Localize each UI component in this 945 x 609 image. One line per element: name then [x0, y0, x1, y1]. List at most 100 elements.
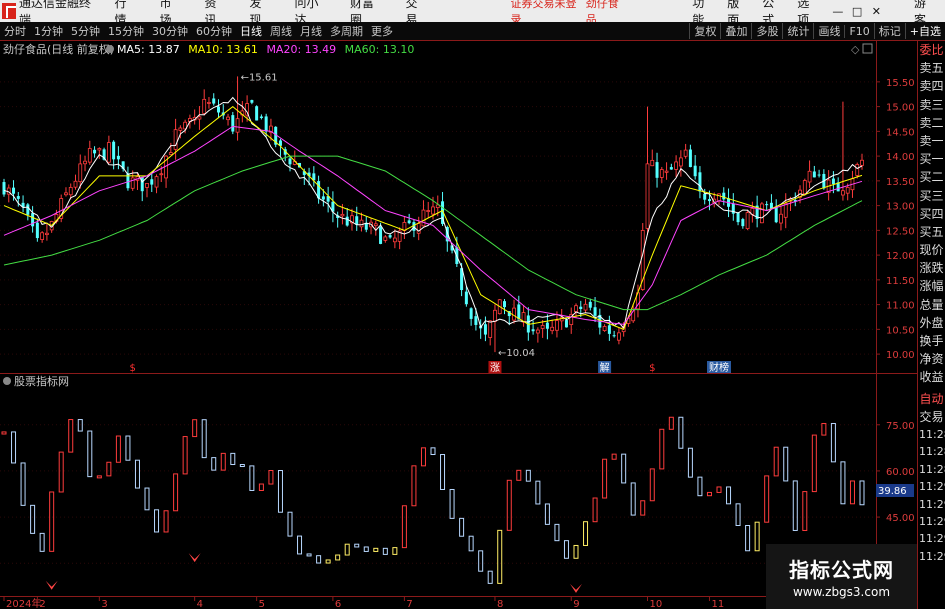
- panel-item-buy2[interactable]: 买二: [918, 168, 945, 186]
- panel-item-weibi[interactable]: 委比: [918, 41, 945, 59]
- panel-item-pct[interactable]: 涨幅: [918, 277, 945, 295]
- candle-body: [2, 182, 6, 195]
- candle-body: [112, 141, 116, 160]
- panel-item-outer[interactable]: 外盘: [918, 314, 945, 332]
- add-favorite-button[interactable]: +自选: [904, 23, 945, 39]
- candle-body: [388, 235, 392, 238]
- panel-item-netasset[interactable]: 净资: [918, 350, 945, 368]
- draw-button[interactable]: 画线: [813, 23, 844, 39]
- candle-body: [264, 116, 268, 132]
- close-icon[interactable]: ✕: [867, 5, 886, 18]
- panel-item-buy5[interactable]: 买五: [918, 223, 945, 241]
- event-marker: 财榜: [709, 361, 729, 374]
- period-tick[interactable]: 分时: [0, 23, 30, 39]
- adjust-button[interactable]: 复权: [689, 23, 720, 39]
- candle-body: [359, 219, 364, 228]
- panel-item-turnover[interactable]: 换手: [918, 332, 945, 350]
- multi-stock-button[interactable]: 多股: [751, 23, 782, 39]
- period-15min[interactable]: 15分钟: [104, 23, 148, 39]
- period-toolbar: 分时 1分钟 5分钟 15分钟 30分钟 60分钟 日线 周线 月线 多周期 更…: [0, 22, 945, 41]
- candle-body: [474, 316, 478, 325]
- candle-body: [678, 157, 683, 167]
- trade-time-row: 11:28: [919, 445, 945, 459]
- panel-item-sell5[interactable]: 卖五: [918, 59, 945, 77]
- f10-button[interactable]: F10: [844, 24, 873, 38]
- mark-button[interactable]: 标记: [873, 23, 905, 39]
- candle-body: [617, 332, 621, 341]
- panel-item-buy3[interactable]: 买三: [918, 187, 945, 205]
- maximize-icon[interactable]: □: [848, 5, 867, 18]
- candle-body: [503, 301, 506, 308]
- ma20-label: MA20: 13.49: [266, 43, 336, 56]
- candle-body: [769, 202, 773, 209]
- candle-body: [255, 106, 259, 121]
- period-weekly[interactable]: 周线: [266, 23, 296, 39]
- candle-body: [288, 158, 292, 165]
- candle-body: [674, 161, 678, 170]
- x-tick-label: 2024年: [6, 597, 41, 609]
- candle-body: [130, 177, 135, 189]
- trade-time-row: 11:29: [919, 532, 945, 546]
- candle-body: [707, 199, 711, 202]
- panel-auto-label[interactable]: 自动: [918, 390, 945, 408]
- indicator-value: 39.86: [878, 486, 907, 497]
- panel-item-buy1[interactable]: 买一: [918, 150, 945, 168]
- panel-trade-label[interactable]: 交易: [918, 408, 945, 426]
- x-tick-label: 4: [197, 599, 203, 609]
- period-30min[interactable]: 30分钟: [148, 23, 192, 39]
- candle-body: [531, 329, 535, 332]
- candle-body: [583, 303, 588, 311]
- main-y-tick-label: 12.00: [886, 251, 915, 262]
- candle-body: [173, 129, 178, 150]
- candle-body: [217, 106, 220, 113]
- candle-body: [73, 180, 78, 188]
- candle-body: [693, 165, 697, 177]
- period-60min[interactable]: 60分钟: [192, 23, 236, 39]
- chart-area[interactable]: 15.50 15.00 14.50 14.00 13.50 13.00 12.50 12.00…: [0, 41, 917, 609]
- candle-body: [817, 174, 821, 176]
- panel-item-price[interactable]: 现价: [918, 241, 945, 259]
- candle-body: [540, 325, 545, 329]
- candle-body: [154, 176, 159, 188]
- candle-body: [106, 142, 111, 163]
- panel-item-sell1[interactable]: 卖一: [918, 132, 945, 150]
- sub-y-tick-label: 45.00: [886, 513, 915, 524]
- event-marker: 涨: [490, 362, 500, 374]
- x-tick-label: 11: [711, 599, 724, 609]
- period-daily[interactable]: 日线: [236, 23, 266, 39]
- candle-body: [40, 232, 45, 240]
- quote-side-panel: 委比 卖五 卖四 卖三 卖二 卖一 买一 买二 买三 买四 买五 现价 涨跌 涨…: [917, 41, 945, 609]
- candle-body: [321, 196, 325, 200]
- candle-body: [669, 167, 673, 170]
- candle-body: [645, 163, 650, 229]
- candle-body: [574, 305, 578, 313]
- period-1min[interactable]: 1分钟: [30, 23, 67, 39]
- settings-gear-icon[interactable]: [106, 45, 114, 53]
- overlay-button[interactable]: 叠加: [720, 23, 751, 39]
- main-y-tick-label: 12.50: [886, 226, 915, 237]
- candle-body: [683, 149, 688, 157]
- period-multi[interactable]: 多周期: [326, 23, 367, 39]
- ma5-label: MA5: 13.87: [117, 43, 180, 56]
- stats-button[interactable]: 统计: [782, 23, 813, 39]
- panel-item-buy4[interactable]: 买四: [918, 205, 945, 223]
- x-tick-label: 7: [406, 599, 412, 609]
- period-more[interactable]: 更多: [367, 23, 397, 39]
- app-logo-icon: [2, 3, 16, 19]
- panel-item-eps[interactable]: 收益: [918, 368, 945, 386]
- period-monthly[interactable]: 月线: [296, 23, 326, 39]
- trade-time-row: 11:29: [919, 497, 945, 511]
- panel-item-sell4[interactable]: 卖四: [918, 77, 945, 95]
- period-5min[interactable]: 5分钟: [67, 23, 104, 39]
- minimize-icon[interactable]: —: [828, 5, 847, 18]
- panel-item-volume[interactable]: 总量: [918, 296, 945, 314]
- candle-body: [168, 152, 173, 155]
- panel-item-sell3[interactable]: 卖三: [918, 96, 945, 114]
- indicator-gear-icon[interactable]: [3, 377, 11, 385]
- candle-body: [841, 190, 845, 196]
- collapse-diamond-icon[interactable]: ◇: [851, 43, 860, 56]
- panel-item-sell2[interactable]: 卖二: [918, 114, 945, 132]
- candle-body: [550, 326, 555, 332]
- chart-background: [0, 41, 917, 609]
- panel-item-change[interactable]: 涨跌: [918, 259, 945, 277]
